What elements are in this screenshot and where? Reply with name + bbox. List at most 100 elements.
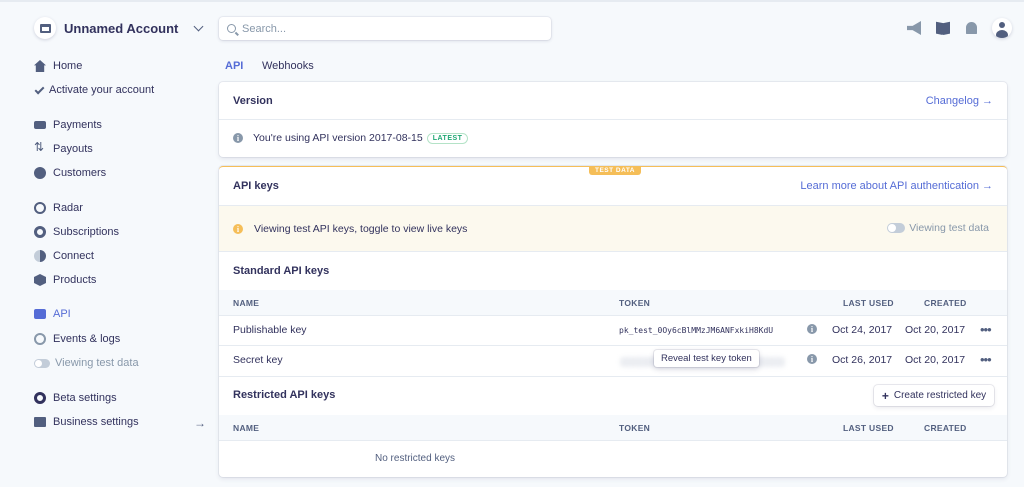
- warning-info-icon: i: [233, 224, 243, 234]
- sidebar-item-label: API: [53, 308, 71, 320]
- sidebar-item-label: Radar: [53, 202, 83, 214]
- account-name: Unnamed Account: [64, 20, 179, 36]
- last-used: Oct 26, 2017: [832, 354, 893, 366]
- col-name: NAME: [233, 298, 260, 308]
- connect-icon: [34, 250, 46, 262]
- col-token: TOKEN: [619, 298, 651, 308]
- chevron-down-icon: [193, 21, 204, 32]
- check-icon: [34, 84, 45, 94]
- sidebar-item-payouts[interactable]: Payouts: [34, 140, 93, 158]
- test-keys-notice: i Viewing test API keys, toggle to view …: [219, 206, 1007, 251]
- standard-table-header: NAME TOKEN LAST USED CREATED: [219, 290, 1007, 315]
- changelog-link[interactable]: Changelog →: [926, 95, 993, 107]
- sidebar-item-label: Payments: [53, 119, 102, 131]
- version-title: Version: [233, 95, 273, 107]
- sidebar-test-data-toggle[interactable]: Viewing test data: [34, 354, 139, 372]
- sidebar-item-label: Beta settings: [53, 392, 117, 404]
- tab-api[interactable]: API: [225, 60, 243, 72]
- col-created: CREATED: [924, 298, 967, 308]
- more-options-icon[interactable]: •••: [980, 352, 992, 367]
- search-input[interactable]: [242, 22, 532, 35]
- notice-text: Viewing test API keys, toggle to view li…: [254, 223, 468, 235]
- search-icon: [227, 24, 236, 33]
- created: Oct 20, 2017: [905, 354, 966, 366]
- gear-icon: [34, 392, 46, 404]
- megaphone-icon[interactable]: [907, 21, 921, 35]
- info-icon: i: [233, 133, 243, 143]
- tab-webhooks[interactable]: Webhooks: [262, 60, 314, 72]
- col-created: CREATED: [924, 423, 967, 433]
- account-switcher[interactable]: Unnamed Account: [34, 16, 206, 40]
- test-data-toggle[interactable]: Viewing test data: [887, 222, 989, 234]
- sidebar-item-label: Subscriptions: [53, 226, 120, 238]
- col-name: NAME: [233, 423, 260, 433]
- sidebar-item-beta-settings[interactable]: Beta settings: [34, 389, 117, 407]
- sidebar-item-label: Products: [53, 274, 97, 286]
- secret-key-name: Secret key: [233, 354, 283, 366]
- sidebar-item-events[interactable]: Events & logs: [34, 330, 120, 348]
- book-icon[interactable]: [936, 21, 950, 35]
- learn-more-link[interactable]: Learn more about API authentication →: [800, 180, 993, 192]
- sidebar-item-subscriptions[interactable]: Subscriptions: [34, 223, 119, 241]
- search-box[interactable]: [219, 17, 551, 40]
- divider: [219, 376, 1007, 377]
- version-message: You're using API version 2017-08-15: [253, 132, 423, 144]
- sidebar-item-label: Payouts: [53, 143, 93, 155]
- store-icon: [34, 17, 56, 39]
- sidebar-item-label: Activate your account: [49, 84, 155, 96]
- empty-state: No restricted keys: [375, 453, 456, 464]
- sidebar-item-payments[interactable]: Payments: [34, 116, 102, 134]
- divider: [219, 251, 1007, 252]
- version-info: i You're using API version 2017-08-15 LA…: [233, 132, 469, 144]
- publishable-key-token[interactable]: pk_test_0Oy6cBlMMzJM6ANFxkiH8KdU: [619, 326, 773, 335]
- sidebar-item-products[interactable]: Products: [34, 271, 96, 289]
- sidebar-item-connect[interactable]: Connect: [34, 247, 94, 265]
- standard-keys-title: Standard API keys: [233, 265, 330, 277]
- events-icon: [34, 333, 46, 345]
- sidebar-item-home[interactable]: Home: [34, 57, 82, 75]
- toggle-icon: [887, 223, 906, 233]
- bell-icon[interactable]: [966, 22, 977, 34]
- publishable-key-name: Publishable key: [233, 324, 307, 336]
- sidebar-item-customers[interactable]: Customers: [34, 164, 106, 182]
- sidebar-item-activate[interactable]: Activate your account: [34, 81, 154, 99]
- sidebar-item-api[interactable]: API: [34, 305, 71, 323]
- sidebar-item-label: Customers: [53, 167, 107, 179]
- sidebar-item-business-settings[interactable]: Business settings: [34, 413, 139, 431]
- col-token: TOKEN: [619, 423, 651, 433]
- col-last-used: LAST USED: [843, 298, 894, 308]
- divider: [219, 119, 1007, 120]
- latest-badge: LATEST: [426, 132, 469, 144]
- sidebar-item-label: Connect: [53, 250, 94, 262]
- created: Oct 20, 2017: [905, 324, 966, 336]
- top-icons: [907, 18, 1012, 38]
- customers-icon: [34, 167, 46, 179]
- toggle-icon: [34, 358, 50, 368]
- version-card: Version Changelog → i You're using API v…: [219, 82, 1007, 157]
- api-keys-card: API keys Learn more about API authentica…: [219, 166, 1007, 477]
- create-restricted-key-button[interactable]: + Create restricted key: [874, 385, 994, 406]
- sidebar-item-label: Home: [53, 60, 83, 72]
- toggle-label: Viewing test data: [909, 222, 989, 234]
- payouts-icon: [34, 140, 46, 155]
- api-icon: [34, 309, 46, 319]
- reveal-token-tooltip[interactable]: Reveal test key token: [654, 350, 759, 367]
- divider: [219, 440, 1007, 441]
- sidebar-item-label: Viewing test data: [55, 357, 139, 369]
- divider: [219, 345, 1007, 346]
- test-data-badge: TEST DATA: [589, 166, 642, 175]
- info-icon[interactable]: i: [807, 354, 817, 364]
- divider: [219, 315, 1007, 316]
- create-button-label: Create restricted key: [893, 390, 987, 401]
- home-icon: [34, 60, 46, 72]
- sidebar-item-radar[interactable]: Radar: [34, 199, 83, 217]
- api-keys-title: API keys: [233, 180, 279, 192]
- payments-icon: [34, 121, 46, 129]
- more-options-icon[interactable]: •••: [980, 322, 992, 337]
- last-used: Oct 24, 2017: [832, 324, 893, 336]
- avatar[interactable]: [992, 18, 1012, 38]
- sidebar-item-label: Business settings: [53, 416, 139, 428]
- plus-icon: +: [881, 388, 889, 403]
- info-icon[interactable]: i: [807, 324, 817, 334]
- col-last-used: LAST USED: [843, 423, 894, 433]
